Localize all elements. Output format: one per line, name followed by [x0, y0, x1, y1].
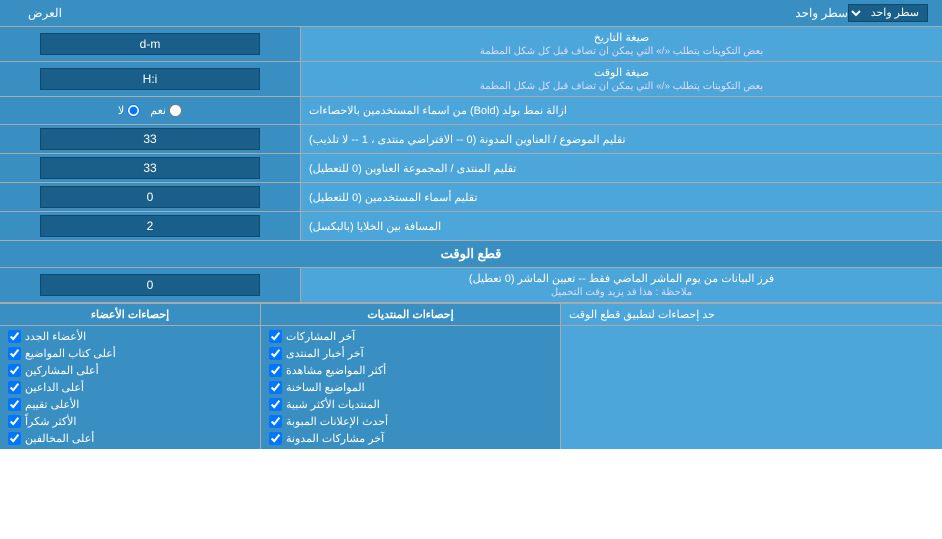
checkbox-input[interactable]: [269, 347, 282, 360]
checkbox-input[interactable]: [8, 381, 21, 394]
checkbox-input[interactable]: [8, 364, 21, 377]
topic-titles-label: تقليم الموضوع / العناوين المدونة (0 -- ا…: [300, 125, 942, 153]
bold-remove-label: ازالة نمط بولد (Bold) من اسماء المستخدمي…: [300, 97, 942, 124]
time-format-row: صيغة الوقت بعض التكوينات يتطلب «/» التي …: [0, 62, 942, 97]
checkbox-input[interactable]: [8, 347, 21, 360]
topic-titles-input[interactable]: [40, 128, 260, 150]
checkbox-input[interactable]: [269, 330, 282, 343]
realtime-filter-input-cell: [0, 268, 300, 302]
realtime-section-title: قطع الوقت: [0, 241, 942, 268]
date-format-input[interactable]: [40, 33, 260, 55]
col3-header: إحصاءات الأعضاء: [0, 304, 260, 325]
date-format-input-cell: [0, 27, 300, 61]
cell-spacing-input[interactable]: [40, 215, 260, 237]
usernames-input-cell: [0, 183, 300, 211]
date-format-row: صيغة التاريخ بعض التكوينات يتطلب «/» الت…: [0, 27, 942, 62]
checkbox-label: أعلى الداعين: [25, 381, 84, 394]
field-label: العرض: [8, 6, 795, 20]
checkbox-label: المواضيع الساخنة: [286, 381, 365, 394]
checkbox-input[interactable]: [8, 330, 21, 343]
checkbox-input[interactable]: [8, 432, 21, 445]
checkbox-label: آخر المشاركات: [286, 330, 355, 343]
checkbox-label: المنتديات الأكثر شبية: [286, 398, 380, 411]
list-item: الأكثر شكراً: [8, 413, 252, 430]
list-item: آخر أخبار المنتدى: [269, 345, 552, 362]
cell-spacing-row: المسافة بين الخلايا (بالبكسل): [0, 212, 942, 241]
list-item: الأعلى تقييم: [8, 396, 252, 413]
checkbox-input[interactable]: [269, 398, 282, 411]
checkbox-label: أكثر المواضيع مشاهدة: [286, 364, 386, 377]
forum-titles-label: تقليم المنتدى / المجموعة العناوين (0 للت…: [300, 154, 942, 182]
checkbox-label: أعلى المشاركين: [25, 364, 99, 377]
display-label: سطر واحد: [795, 6, 848, 20]
realtime-filter-input[interactable]: [40, 274, 260, 296]
checkbox-input[interactable]: [269, 381, 282, 394]
checkbox-label: أحدث الإعلانات المبوبة: [286, 415, 388, 428]
checkbox-body: آخر المشاركات آخر أخبار المنتدى أكثر الم…: [0, 326, 942, 449]
list-item: أعلى كتاب المواضيع: [8, 345, 252, 362]
checkbox-section: حد إحصاءات لتطبيق قطع الوقت إحصاءات المن…: [0, 303, 942, 449]
checkbox-empty-col: [560, 326, 942, 449]
topic-titles-input-cell: [0, 125, 300, 153]
stats-limit-label: حد إحصاءات لتطبيق قطع الوقت: [560, 304, 942, 325]
list-item: المنتديات الأكثر شبية: [269, 396, 552, 413]
bold-no-label[interactable]: لا: [118, 104, 140, 117]
checkbox-label: آخر أخبار المنتدى: [286, 347, 364, 360]
header-row: سطر واحدسطرانثلاثة أسطر سطر واحد العرض: [0, 0, 942, 27]
checkbox-label: أعلى كتاب المواضيع: [25, 347, 116, 360]
date-format-label: صيغة التاريخ بعض التكوينات يتطلب «/» الت…: [300, 27, 942, 61]
list-item: آخر مشاركات المدونة: [269, 430, 552, 447]
list-item: أعلى المخالفين: [8, 430, 252, 447]
list-item: أعلى المشاركين: [8, 362, 252, 379]
cell-spacing-label: المسافة بين الخلايا (بالبكسل): [300, 212, 942, 240]
time-format-input-cell: [0, 62, 300, 96]
usernames-label: تقليم أسماء المستخدمين (0 للتعطيل): [300, 183, 942, 211]
checkbox-label: الأكثر شكراً: [25, 415, 76, 428]
col2-header: إحصاءات المنتديات: [261, 304, 560, 325]
checkbox-input[interactable]: [269, 432, 282, 445]
list-item: آخر المشاركات: [269, 328, 552, 345]
bold-remove-options: نعم لا: [0, 97, 300, 124]
list-item: الأعضاء الجدد: [8, 328, 252, 345]
checkbox-label: أعلى المخالفين: [25, 432, 94, 445]
usernames-input[interactable]: [40, 186, 260, 208]
topic-titles-row: تقليم الموضوع / العناوين المدونة (0 -- ا…: [0, 125, 942, 154]
checkbox-input[interactable]: [269, 415, 282, 428]
checkbox-label: آخر مشاركات المدونة: [286, 432, 384, 445]
list-item: المواضيع الساخنة: [269, 379, 552, 396]
forum-titles-input-cell: [0, 154, 300, 182]
realtime-filter-row: فرز البيانات من يوم الماشر الماضي فقط --…: [0, 268, 942, 303]
realtime-filter-label: فرز البيانات من يوم الماشر الماضي فقط --…: [300, 268, 942, 302]
list-item: أعلى الداعين: [8, 379, 252, 396]
bold-no-radio[interactable]: [127, 104, 140, 117]
bold-yes-label[interactable]: نعم: [150, 104, 182, 117]
checkbox-input[interactable]: [8, 398, 21, 411]
checkbox-input[interactable]: [8, 415, 21, 428]
forum-titles-row: تقليم المنتدى / المجموعة العناوين (0 للت…: [0, 154, 942, 183]
checkbox-col2-header-cell: إحصاءات المنتديات: [260, 304, 560, 325]
cell-spacing-input-cell: [0, 212, 300, 240]
checkbox-input[interactable]: [269, 364, 282, 377]
checkbox-header-row: حد إحصاءات لتطبيق قطع الوقت إحصاءات المن…: [0, 304, 942, 326]
checkbox-col3: الأعضاء الجدد أعلى كتاب المواضيع أعلى ال…: [0, 326, 260, 449]
time-format-label: صيغة الوقت بعض التكوينات يتطلب «/» التي …: [300, 62, 942, 96]
bold-yes-radio[interactable]: [169, 104, 182, 117]
checkbox-label: الأعلى تقييم: [25, 398, 79, 411]
usernames-row: تقليم أسماء المستخدمين (0 للتعطيل): [0, 183, 942, 212]
list-item: أحدث الإعلانات المبوبة: [269, 413, 552, 430]
forum-titles-input[interactable]: [40, 157, 260, 179]
display-dropdown[interactable]: سطر واحدسطرانثلاثة أسطر: [848, 4, 928, 22]
bold-remove-row: ازالة نمط بولد (Bold) من اسماء المستخدمي…: [0, 97, 942, 125]
list-item: أكثر المواضيع مشاهدة: [269, 362, 552, 379]
checkbox-label: الأعضاء الجدد: [25, 330, 86, 343]
time-format-input[interactable]: [40, 68, 260, 90]
checkbox-col2: آخر المشاركات آخر أخبار المنتدى أكثر الم…: [260, 326, 560, 449]
checkbox-col3-header-cell: إحصاءات الأعضاء: [0, 304, 260, 325]
